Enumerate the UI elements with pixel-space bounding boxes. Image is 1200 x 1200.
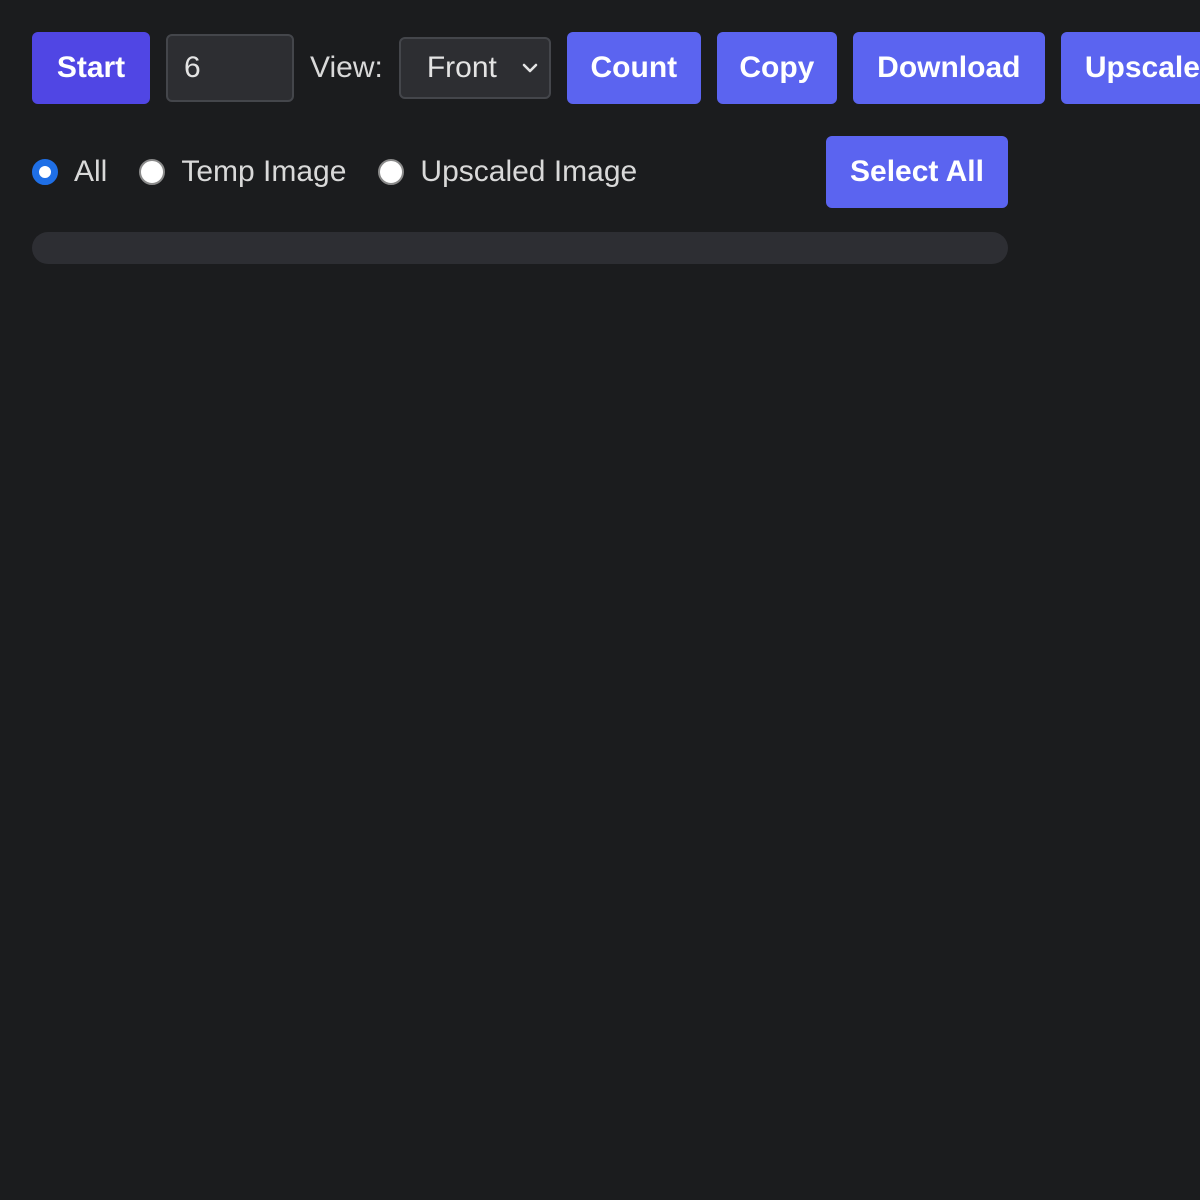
upscale-button[interactable]: Upscale	[1060, 32, 1200, 104]
progress-bar	[32, 232, 1008, 264]
count-number-input[interactable]	[166, 34, 294, 102]
radio-upscaled-image[interactable]	[378, 159, 405, 185]
count-button[interactable]: Count	[566, 32, 701, 104]
radio-all[interactable]	[32, 159, 58, 185]
radio-label-all: All	[74, 155, 108, 188]
radio-option-all[interactable]: All	[32, 155, 107, 189]
chevron-down-icon	[522, 63, 538, 73]
radio-temp-image[interactable]	[139, 159, 166, 185]
select-all-button[interactable]: Select All	[826, 136, 1008, 208]
filter-row: All Temp Image Upscaled Image Select All	[32, 136, 1008, 208]
view-select[interactable]: Front	[398, 37, 551, 99]
start-button[interactable]: Start	[32, 32, 150, 104]
page: Start View: Front Count Copy Download Up…	[0, 0, 1200, 1200]
copy-button[interactable]: Copy	[716, 32, 837, 104]
toolbar: Start View: Front Count Copy Download Up…	[32, 32, 1200, 104]
download-button[interactable]: Download	[852, 32, 1045, 104]
radio-label-upscaled-image: Upscaled Image	[420, 155, 638, 188]
view-label: View:	[310, 51, 383, 84]
image-type-radio-group: All Temp Image Upscaled Image	[32, 136, 669, 208]
radio-option-temp-image[interactable]: Temp Image	[139, 155, 346, 189]
radio-option-upscaled-image[interactable]: Upscaled Image	[378, 155, 637, 189]
view-select-value: Front	[426, 51, 497, 84]
radio-label-temp-image: Temp Image	[181, 155, 347, 188]
